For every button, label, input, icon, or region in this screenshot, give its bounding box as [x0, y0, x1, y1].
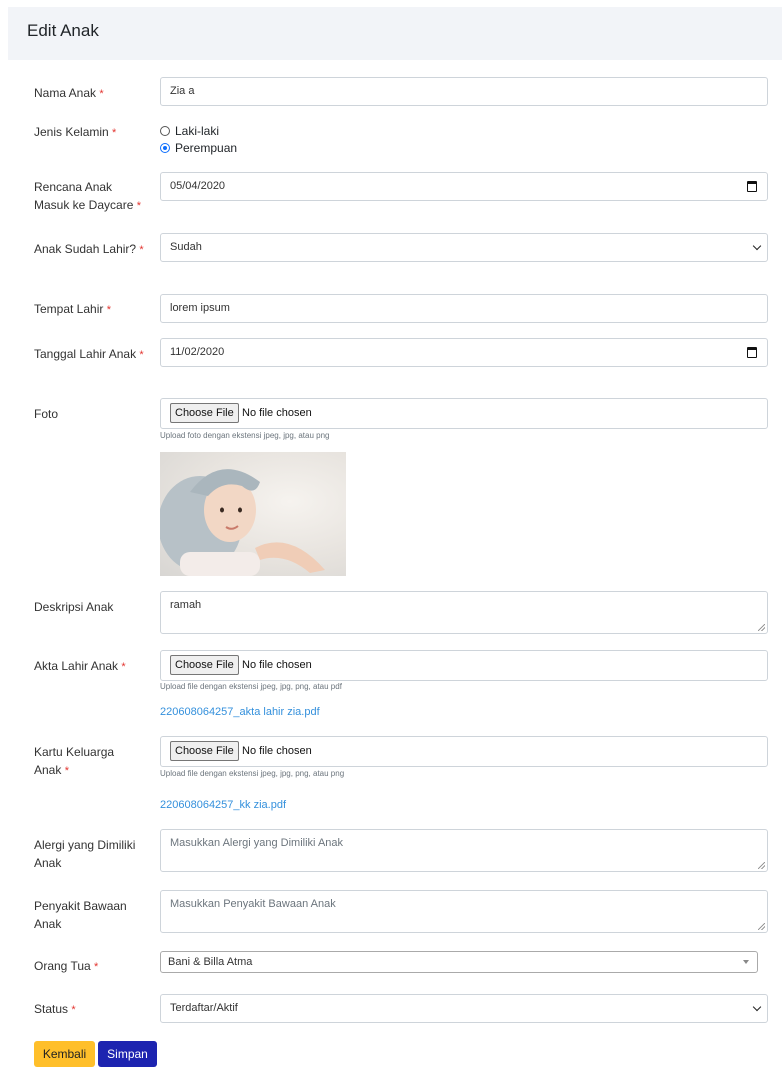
orang-tua-select[interactable]: Bani & Billa Atma: [160, 951, 758, 973]
rencana-masuk-date-input[interactable]: 05/04/2020: [160, 172, 768, 201]
back-button[interactable]: Kembali: [34, 1041, 95, 1067]
jenis-kelamin-label: Jenis Kelamin *: [34, 125, 117, 139]
foto-help-text: Upload foto dengan ekstensi jpeg, jpg, a…: [160, 431, 330, 440]
kk-file-link[interactable]: 220608064257_kk zia.pdf: [160, 799, 286, 811]
foto-label: Foto: [34, 407, 59, 421]
akta-help-text: Upload file dengan ekstensi jpeg, jpg, p…: [160, 682, 342, 691]
required-marker: *: [71, 1004, 76, 1016]
alergi-textarea[interactable]: Masukkan Alergi yang Dimiliki Anak: [160, 829, 768, 872]
choose-file-button[interactable]: Choose File: [170, 403, 239, 423]
resize-handle-icon[interactable]: [758, 923, 765, 930]
required-marker: *: [64, 765, 69, 777]
radio-label: Laki-laki: [175, 124, 220, 138]
penyakit-label: Penyakit Bawaan Anak: [34, 899, 127, 931]
status-select[interactable]: Terdaftar/Aktif: [160, 994, 768, 1023]
save-button[interactable]: Simpan: [98, 1041, 157, 1067]
tanggal-lahir-label: Tanggal Lahir Anak *: [34, 347, 144, 361]
child-photo-image: [160, 469, 325, 576]
akta-file-link[interactable]: 220608064257_akta lahir zia.pdf: [160, 706, 320, 718]
rencana-masuk-label: Rencana Anak Masuk ke Daycare *: [34, 180, 141, 212]
orang-tua-label: Orang Tua *: [34, 959, 99, 973]
page-title: Edit Anak: [27, 21, 99, 40]
caret-down-icon: [743, 960, 749, 964]
sudah-lahir-label: Anak Sudah Lahir? *: [34, 242, 144, 256]
penyakit-textarea[interactable]: Masukkan Penyakit Bawaan Anak: [160, 890, 768, 933]
radio-checked-icon[interactable]: [160, 143, 170, 153]
tanggal-lahir-date-input[interactable]: 11/02/2020: [160, 338, 768, 367]
required-marker: *: [136, 200, 141, 212]
foto-file-input[interactable]: Choose File No file chosen: [160, 398, 768, 429]
required-marker: *: [112, 127, 117, 139]
radio-label: Perempuan: [175, 141, 238, 155]
kk-help-text: Upload file dengan ekstensi jpeg, jpg, p…: [160, 769, 345, 778]
radio-unchecked-icon[interactable]: [160, 126, 170, 136]
tempat-lahir-input[interactable]: lorem ipsum: [160, 294, 768, 323]
radio-perempuan[interactable]: Perempuan: [160, 141, 237, 155]
radio-laki-laki[interactable]: Laki-laki: [160, 124, 219, 138]
required-marker: *: [94, 961, 99, 973]
nama-anak-input[interactable]: Zia a: [160, 77, 768, 106]
required-marker: *: [106, 304, 111, 316]
status-label: Status *: [34, 1002, 76, 1016]
file-status: No file chosen: [242, 407, 312, 419]
required-marker: *: [99, 88, 104, 100]
file-status: No file chosen: [242, 745, 312, 757]
required-marker: *: [139, 349, 144, 361]
deskripsi-textarea[interactable]: ramah: [160, 591, 768, 634]
deskripsi-label: Deskripsi Anak: [34, 600, 114, 614]
file-status: No file chosen: [242, 659, 312, 671]
calendar-icon[interactable]: [747, 181, 757, 192]
choose-file-button[interactable]: Choose File: [170, 741, 239, 761]
chevron-down-icon: [752, 241, 762, 251]
kk-label: Kartu Keluarga Anak *: [34, 745, 115, 777]
nama-anak-label: Nama Anak *: [34, 86, 104, 100]
calendar-icon[interactable]: [747, 347, 757, 358]
akta-file-input[interactable]: Choose File No file chosen: [160, 650, 768, 681]
page-header: Edit Anak: [8, 7, 782, 60]
required-marker: *: [121, 661, 126, 673]
choose-file-button[interactable]: Choose File: [170, 655, 239, 675]
resize-handle-icon[interactable]: [758, 624, 765, 631]
sudah-lahir-select[interactable]: Sudah: [160, 233, 768, 262]
resize-handle-icon[interactable]: [758, 862, 765, 869]
kk-file-input[interactable]: Choose File No file chosen: [160, 736, 768, 767]
chevron-down-icon: [752, 1002, 762, 1012]
alergi-label: Alergi yang Dimiliki Anak: [34, 838, 136, 870]
akta-label: Akta Lahir Anak *: [34, 659, 126, 673]
child-photo: [160, 452, 346, 576]
required-marker: *: [139, 244, 144, 256]
tempat-lahir-label: Tempat Lahir *: [34, 302, 111, 316]
